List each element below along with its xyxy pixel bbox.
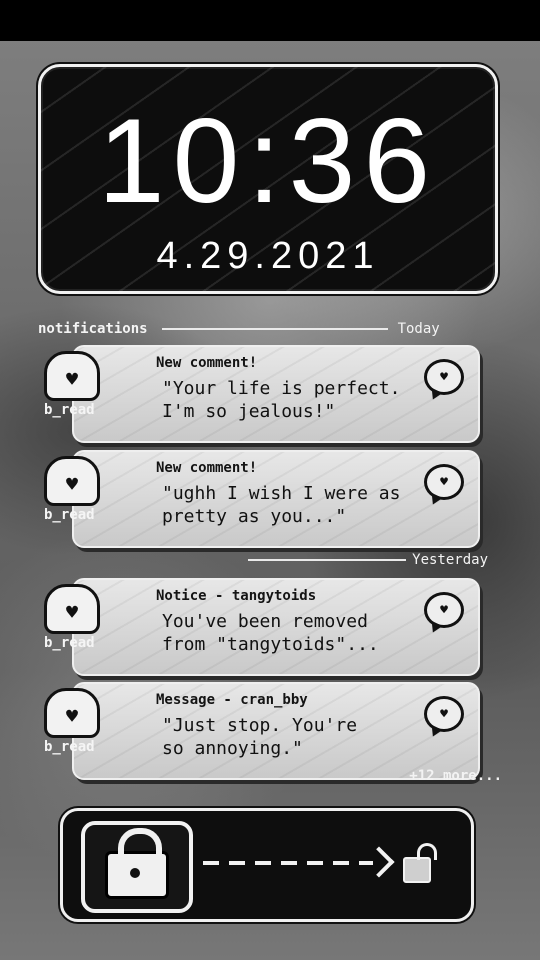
avatar: ♥ — [44, 456, 100, 506]
notification-user: b_read — [44, 507, 95, 523]
avatar: ♥ — [44, 351, 100, 401]
notification-panel[interactable]: New comment! "ughh I wish I were as pret… — [72, 450, 480, 548]
notifications-label: notifications — [38, 321, 148, 337]
heart-icon: ♥ — [440, 706, 448, 722]
heart-icon: ♥ — [65, 600, 79, 624]
speech-bubble-heart-icon[interactable]: ♥ — [424, 592, 464, 628]
unlock-slider[interactable] — [60, 808, 474, 922]
heart-icon: ♥ — [65, 472, 79, 496]
notification-user: b_read — [44, 635, 95, 651]
notification-panel[interactable]: Notice - tangytoids You've been removed … — [72, 578, 480, 676]
header-divider — [161, 328, 388, 330]
avatar: ♥ — [44, 584, 100, 634]
notification-user: b_read — [44, 402, 95, 418]
notification-title: New comment! — [156, 460, 258, 476]
notification-card[interactable]: Message - cran_bby "Just stop. You're so… — [40, 682, 480, 780]
yesterday-label: Yesterday — [412, 552, 488, 568]
notification-panel[interactable]: New comment! "Your life is perfect. I'm … — [72, 345, 480, 443]
lock-handle[interactable] — [81, 821, 193, 913]
clock-date: 4.29.2021 — [156, 235, 380, 277]
notification-body: You've been removed from "tangytoids"... — [162, 611, 379, 655]
notification-card[interactable]: Notice - tangytoids You've been removed … — [40, 578, 480, 676]
heart-icon: ♥ — [65, 367, 79, 391]
notification-body: "Your life is perfect. I'm so jealous!" — [162, 378, 401, 422]
avatar: ♥ — [44, 688, 100, 738]
yesterday-divider — [248, 559, 407, 561]
today-label: Today — [397, 321, 440, 337]
notification-panel[interactable]: Message - cran_bby "Just stop. You're so… — [72, 682, 480, 780]
notification-card[interactable]: New comment! "ughh I wish I were as pret… — [40, 450, 480, 548]
unlocked-lock-icon — [403, 857, 431, 883]
heart-icon: ♥ — [440, 474, 448, 490]
slide-track — [203, 861, 373, 865]
notifications-header: notifications Today — [38, 321, 478, 337]
notification-title: Notice - tangytoids — [156, 588, 317, 604]
yesterday-header: Yesterday — [248, 552, 488, 568]
notification-user: b_read — [44, 739, 95, 755]
heart-icon: ♥ — [440, 369, 448, 385]
notification-title: New comment! — [156, 355, 258, 371]
heart-icon: ♥ — [65, 704, 79, 728]
speech-bubble-heart-icon[interactable]: ♥ — [424, 464, 464, 500]
notification-title: Message - cran_bby — [156, 692, 308, 708]
more-notifications-link[interactable]: +12 more... — [409, 768, 502, 784]
speech-bubble-heart-icon[interactable]: ♥ — [424, 359, 464, 395]
clock-time: 10:36 — [97, 94, 439, 228]
notification-card[interactable]: New comment! "Your life is perfect. I'm … — [40, 345, 480, 443]
arrow-right-icon — [363, 846, 395, 878]
status-bar — [0, 0, 540, 41]
clock-widget: 10:36 4.29.2021 — [38, 64, 498, 294]
lock-icon — [105, 828, 169, 899]
speech-bubble-heart-icon[interactable]: ♥ — [424, 696, 464, 732]
notification-body: "ughh I wish I were as pretty as you..." — [162, 483, 401, 527]
heart-icon: ♥ — [440, 602, 448, 618]
notification-body: "Just stop. You're so annoying." — [162, 715, 358, 759]
